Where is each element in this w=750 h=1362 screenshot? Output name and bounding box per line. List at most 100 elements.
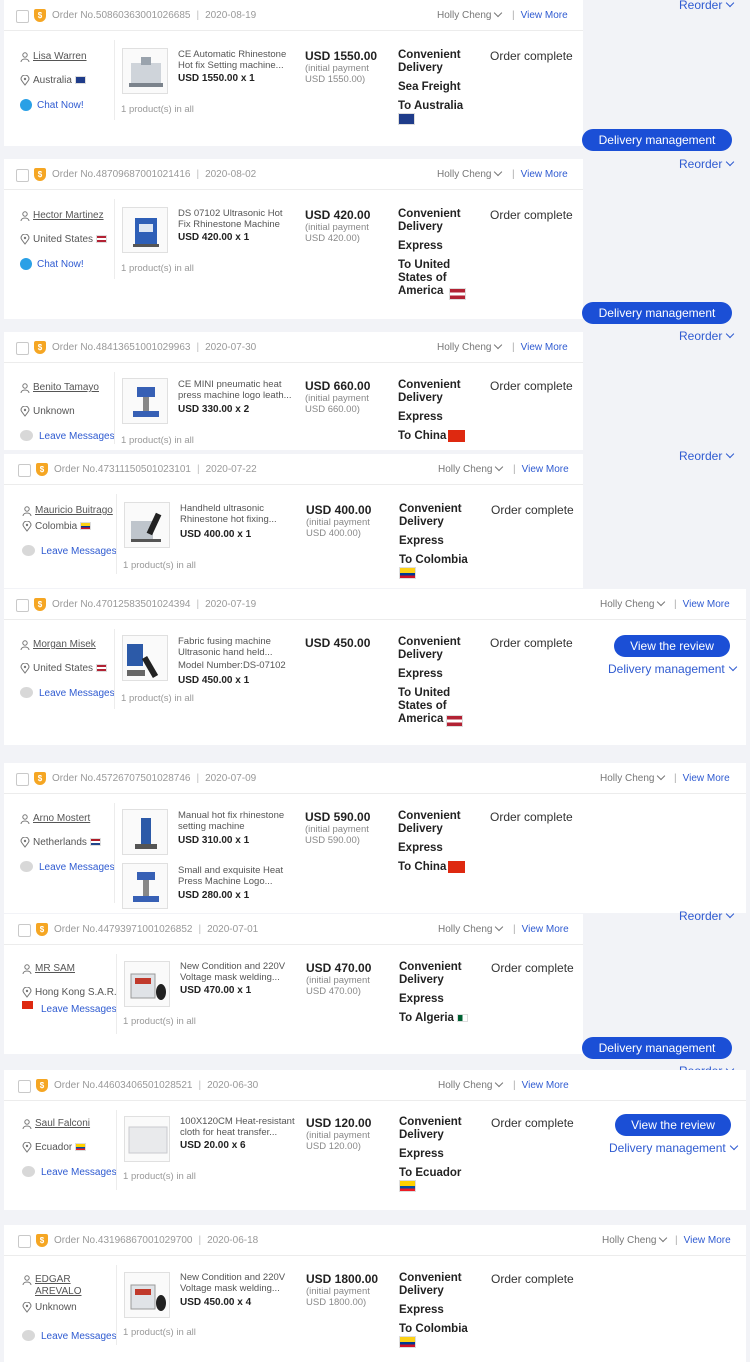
- product-thumbnail[interactable]: [122, 635, 168, 681]
- product-title[interactable]: CE MINI pneumatic heat press machine log…: [178, 379, 296, 401]
- product-thumbnail[interactable]: [122, 207, 168, 253]
- leave-messages-link[interactable]: Leave Messages: [20, 861, 116, 873]
- customer-name-link[interactable]: Arno Mostert: [20, 813, 116, 825]
- reorder-dropdown[interactable]: Reorder: [679, 909, 735, 923]
- leave-messages-link[interactable]: Leave Messages: [20, 430, 116, 442]
- delivery-management-dropdown[interactable]: Delivery management: [608, 662, 737, 676]
- view-more-link[interactable]: | View More: [513, 464, 569, 475]
- initial-payment: (initial payment USD 420.00): [305, 222, 369, 244]
- select-checkbox[interactable]: [18, 1235, 31, 1248]
- select-checkbox[interactable]: [16, 10, 29, 23]
- product-thumbnail[interactable]: [124, 1116, 170, 1162]
- product-thumbnail[interactable]: [122, 863, 168, 909]
- view-more-link[interactable]: | View More: [674, 773, 730, 784]
- product-thumbnail[interactable]: [124, 1272, 170, 1318]
- order-card: $ Order No.48413651001029963 | 2020-07-30 …: [4, 332, 583, 450]
- select-checkbox[interactable]: [16, 599, 29, 612]
- customer-name-link[interactable]: Benito Tamayo: [20, 382, 116, 394]
- location-pin-icon: [20, 234, 30, 245]
- delivery-management-dropdown[interactable]: Delivery management: [609, 1141, 738, 1155]
- customer-name-link[interactable]: Mauricio Buitrago: [22, 505, 118, 517]
- assignee-dropdown[interactable]: Holly Cheng: [602, 1233, 668, 1246]
- leave-messages-link[interactable]: Leave Messages: [22, 1166, 118, 1178]
- user-icon: [20, 211, 30, 221]
- customer-name-link[interactable]: Morgan Misek: [20, 639, 116, 651]
- chat-now-link[interactable]: Chat Now!: [20, 258, 116, 270]
- select-checkbox[interactable]: [16, 169, 29, 182]
- reorder-dropdown[interactable]: Reorder: [679, 157, 735, 171]
- chat-now-link[interactable]: Chat Now!: [20, 99, 116, 111]
- assignee-dropdown[interactable]: Holly Cheng: [438, 462, 504, 475]
- select-checkbox[interactable]: [18, 1080, 31, 1093]
- product-title[interactable]: Manual hot fix rhinestone setting machin…: [178, 810, 296, 832]
- product-thumbnail[interactable]: [124, 502, 170, 548]
- customer-name-link[interactable]: Hector Martinez: [20, 210, 116, 222]
- view-more-link[interactable]: | View More: [512, 169, 568, 180]
- reorder-dropdown[interactable]: Reorder: [679, 329, 735, 343]
- product-thumbnail[interactable]: [124, 961, 170, 1007]
- product-thumbnail[interactable]: [122, 809, 168, 855]
- view-more-link[interactable]: | View More: [674, 599, 730, 610]
- delivery-management-button[interactable]: Delivery management: [582, 1037, 732, 1059]
- product-thumbnail[interactable]: [122, 378, 168, 424]
- shipping-info: Convenient Delivery Express To Ecuador: [399, 1116, 485, 1193]
- assignee-dropdown[interactable]: Holly Cheng: [600, 771, 666, 784]
- leave-messages-link[interactable]: Leave Messages: [22, 545, 118, 557]
- view-review-button[interactable]: View the review: [615, 1114, 731, 1136]
- customer-name-link[interactable]: Lisa Warren: [20, 51, 116, 63]
- product-count: 1 product(s) in all: [123, 1016, 196, 1027]
- chevron-down-icon: [726, 157, 735, 167]
- product-title[interactable]: Fabric fusing machine Ultrasonic hand he…: [178, 636, 296, 658]
- delivery-management-button[interactable]: Delivery management: [582, 129, 732, 151]
- delivery-management-button[interactable]: Delivery management: [582, 302, 732, 324]
- order-number: Order No.44603406501028521 | 2020-06-30: [54, 1080, 259, 1091]
- leave-messages-link[interactable]: Leave Messages: [20, 687, 116, 699]
- location-pin-icon: [22, 521, 32, 532]
- leave-messages-link[interactable]: Leave Messages: [22, 1004, 118, 1015]
- product-title[interactable]: Small and exquisite Heat Press Machine L…: [178, 865, 296, 887]
- select-checkbox[interactable]: [16, 773, 29, 786]
- product-thumbnail[interactable]: [122, 48, 168, 94]
- product-title[interactable]: DS 07102 Ultrasonic Hot Fix Rhinestone M…: [178, 208, 296, 230]
- view-more-link[interactable]: | View More: [512, 342, 568, 353]
- product-title[interactable]: New Condition and 220V Voltage mask weld…: [180, 961, 298, 983]
- select-checkbox[interactable]: [18, 924, 31, 937]
- assignee-dropdown[interactable]: Holly Cheng: [437, 340, 503, 353]
- assignee-dropdown[interactable]: Holly Cheng: [438, 1078, 504, 1091]
- initial-payment: (initial payment USD 1800.00): [306, 1286, 370, 1308]
- product-qty: USD 20.00 x 6: [180, 1140, 246, 1151]
- product-title[interactable]: Handheld ultrasonic Rhinestone hot fixin…: [180, 503, 298, 525]
- order-card: $ Order No.47012583501024394 | 2020-07-19 …: [4, 589, 746, 745]
- customer-name-link[interactable]: Saul Falconi: [22, 1118, 118, 1130]
- view-review-button[interactable]: View the review: [614, 635, 730, 657]
- order-header: $ Order No.48413651001029963 | 2020-07-30 …: [4, 332, 583, 363]
- product-count: 1 product(s) in all: [123, 1171, 196, 1182]
- shipping-info: Convenient Delivery Express To China: [398, 379, 484, 443]
- customer-info: Mauricio Buitrago Colombia Leave Message…: [22, 505, 118, 557]
- trade-assurance-icon: $: [36, 1079, 48, 1092]
- leave-messages-link[interactable]: Leave Messages: [22, 1330, 118, 1342]
- assignee-dropdown[interactable]: Holly Cheng: [600, 597, 666, 610]
- product-title[interactable]: CE Automatic Rhinestone Hot fix Setting …: [178, 49, 296, 71]
- assignee-dropdown[interactable]: Holly Cheng: [437, 8, 503, 21]
- assignee-dropdown[interactable]: Holly Cheng: [437, 167, 503, 180]
- order-number: Order No.44793971001026852 | 2020-07-01: [54, 924, 259, 935]
- view-more-link[interactable]: | View More: [675, 1235, 731, 1246]
- product-title[interactable]: New Condition and 220V Voltage mask weld…: [180, 1272, 298, 1294]
- order-status: Order complete: [491, 503, 574, 517]
- customer-name-link[interactable]: MR SAM: [22, 963, 118, 975]
- customer-name-link[interactable]: EDGAR AREVALO: [22, 1274, 118, 1298]
- flag-colombia-icon: [399, 1336, 416, 1348]
- assignee-dropdown[interactable]: Holly Cheng: [438, 922, 504, 935]
- select-checkbox[interactable]: [16, 342, 29, 355]
- reorder-dropdown[interactable]: Reorder: [679, 0, 735, 12]
- view-more-link[interactable]: | View More: [513, 1080, 569, 1091]
- reorder-dropdown[interactable]: Reorder: [679, 449, 735, 463]
- machine-image-icon: [127, 644, 159, 679]
- flag-china-icon: [448, 430, 466, 442]
- product-title[interactable]: 100X120CM Heat-resistant cloth for heat …: [180, 1116, 298, 1138]
- view-more-link[interactable]: | View More: [513, 924, 569, 935]
- view-more-link[interactable]: | View More: [512, 10, 568, 21]
- select-checkbox[interactable]: [18, 464, 31, 477]
- order-total: USD 420.00: [305, 208, 371, 222]
